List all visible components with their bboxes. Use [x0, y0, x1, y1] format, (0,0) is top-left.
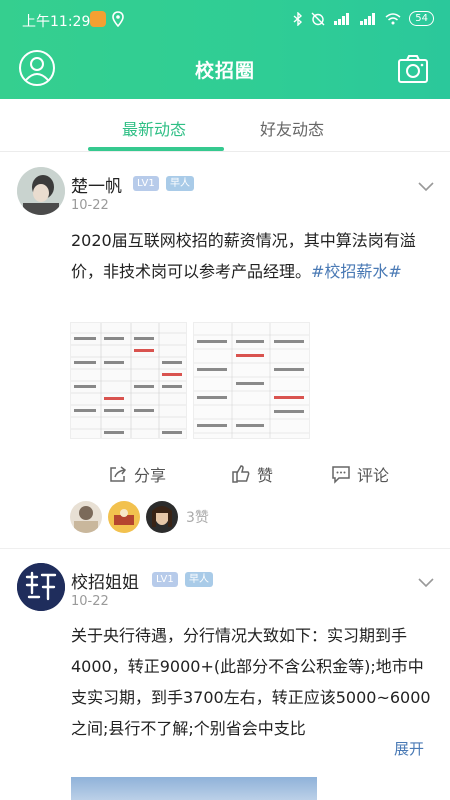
comment-button[interactable]: 评论: [331, 462, 389, 486]
status-left-icons: [90, 11, 124, 27]
salary-table-image: [71, 323, 186, 438]
tab-friends[interactable]: 好友动态: [260, 116, 324, 140]
post-date: 10-22: [71, 198, 109, 213]
hashtag-link[interactable]: #校招薪水#: [311, 262, 402, 281]
status-right-icons: 54: [293, 11, 434, 26]
level-badge: LV1: [133, 176, 159, 191]
post-image[interactable]: [193, 322, 310, 439]
avatar[interactable]: [17, 167, 65, 215]
location-icon: [112, 11, 124, 27]
post-image[interactable]: [70, 322, 187, 439]
comment-icon: [332, 466, 350, 484]
salary-table-image: [194, 323, 309, 438]
alarm-off-icon: [311, 12, 325, 25]
post-actions: 分享 赞 评论: [0, 458, 450, 488]
post-date: 10-22: [71, 594, 109, 609]
post-author[interactable]: 校招姐姐: [71, 568, 139, 593]
like-label: 赞: [257, 466, 274, 485]
share-label: 分享: [134, 466, 167, 485]
wifi-icon: [385, 12, 401, 24]
signal-icon: [334, 12, 350, 25]
post-divider: [0, 548, 450, 549]
avatar-logo: [17, 563, 65, 611]
early-badge: 早人: [166, 176, 194, 191]
tab-latest[interactable]: 最新动态: [122, 116, 186, 140]
like-button[interactable]: 赞: [231, 462, 273, 486]
app-header: 上午11:29 54 校招圈: [0, 0, 450, 99]
share-button[interactable]: 分享: [108, 462, 166, 486]
thumbs-up-icon: [232, 465, 250, 483]
post-text: 2020届互联网校招的薪资情况，其中算法岗有溢价，非技术岗可以参考产品经理。#校…: [71, 225, 436, 287]
liker-avatar: [70, 501, 102, 533]
post-image[interactable]: [71, 777, 317, 800]
chevron-down-icon[interactable]: [418, 182, 434, 192]
level-badge: LV1: [152, 572, 178, 587]
like-count: 3赞: [186, 510, 209, 526]
post-author[interactable]: 楚一帆: [71, 172, 122, 197]
app-notification-icon: [90, 11, 106, 27]
liker-avatar: [146, 501, 178, 533]
feed-tabs: 最新动态 好友动态: [0, 99, 450, 152]
liker-avatar: [108, 501, 140, 533]
battery-icon: 54: [409, 11, 434, 26]
status-bar: 上午11:29 54: [0, 0, 450, 40]
share-icon: [110, 466, 127, 482]
status-time: 上午11:29: [22, 14, 91, 30]
camera-icon[interactable]: [397, 53, 429, 85]
early-badge: 早人: [185, 572, 213, 587]
comment-label: 评论: [357, 466, 390, 485]
bluetooth-icon: [293, 11, 303, 26]
chevron-down-icon[interactable]: [418, 578, 434, 588]
likers-row[interactable]: 3赞: [70, 500, 209, 534]
avatar-photo: [17, 167, 65, 215]
post-text: 关于央行待遇，分行情况大致如下：实习期到手4000，转正9000+(此部分不含公…: [71, 626, 431, 738]
page-title: 校招圈: [194, 60, 255, 82]
active-tab-indicator: [88, 147, 224, 151]
signal-2-icon: [360, 12, 376, 25]
expand-link[interactable]: 展开: [394, 738, 424, 759]
avatar[interactable]: [17, 563, 65, 611]
